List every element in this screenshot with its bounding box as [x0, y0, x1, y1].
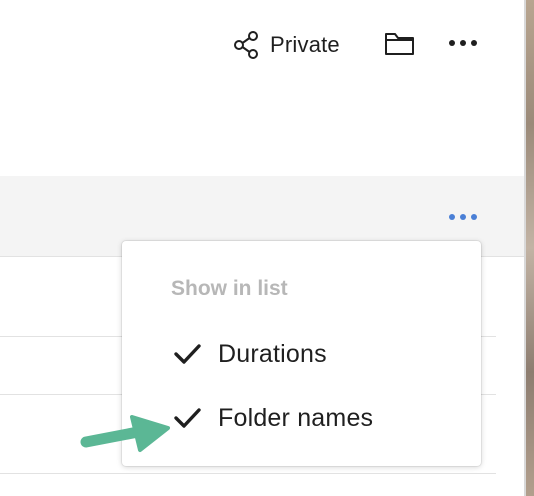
- menu-item-label: Folder names: [218, 403, 374, 432]
- share-icon: [232, 30, 262, 60]
- annotation-arrow-icon: [78, 406, 176, 454]
- more-horizontal-icon: [446, 213, 480, 230]
- folder-button[interactable]: [384, 30, 416, 58]
- checkmark-icon: [172, 406, 204, 430]
- more-options-button[interactable]: [447, 33, 479, 53]
- checkmark-icon: [172, 342, 204, 366]
- share-label: Private: [270, 32, 340, 57]
- share-button[interactable]: Private: [232, 28, 340, 62]
- menu-item-folder-names[interactable]: Folder names: [172, 398, 373, 438]
- menu-item-label: Durations: [218, 339, 327, 368]
- page-header: Private: [0, 0, 524, 90]
- desktop-background-edge: [526, 0, 534, 496]
- list-options-button[interactable]: [446, 208, 480, 226]
- more-horizontal-icon: [447, 40, 479, 57]
- menu-item-durations[interactable]: Durations: [172, 334, 327, 374]
- list-row-divider: [0, 473, 496, 474]
- menu-heading: Show in list: [171, 277, 288, 300]
- folder-icon: [384, 33, 416, 62]
